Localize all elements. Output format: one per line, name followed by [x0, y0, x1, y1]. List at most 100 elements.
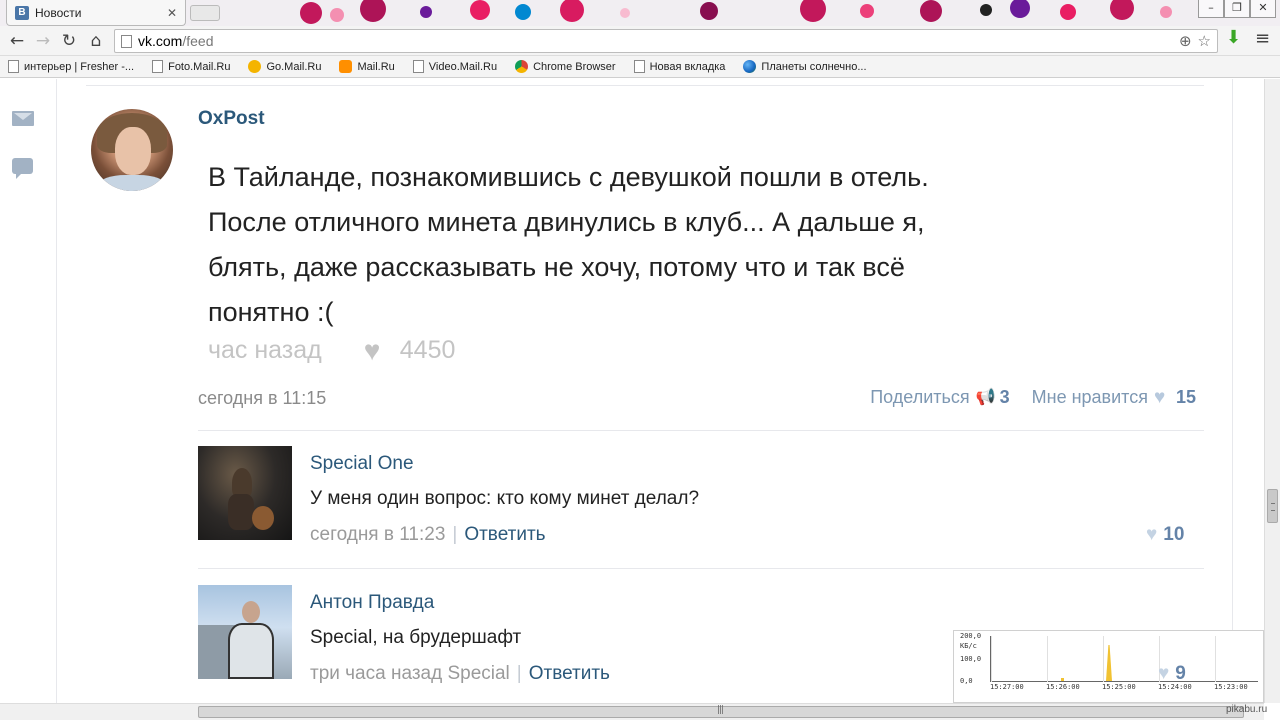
page-icon — [412, 60, 424, 73]
share-button[interactable]: Поделиться — [870, 387, 969, 408]
page-icon — [121, 34, 132, 48]
bookmark-item[interactable]: Планеты солнечно... — [743, 60, 867, 73]
comment-like-button[interactable]: ♥ 9 — [1158, 663, 1186, 685]
bookmark-label: интерьер | Fresher -... — [24, 60, 135, 73]
bookmark-label: Mail.Ru — [357, 60, 395, 73]
post-image-time: час назад — [208, 336, 322, 364]
close-tab-icon[interactable]: ✕ — [167, 6, 177, 20]
post-image-text: В Тайланде, познакомившись с девушкой по… — [208, 155, 1168, 335]
like-button[interactable]: Мне нравится — [1032, 387, 1148, 408]
decor-star — [980, 4, 992, 16]
post-author-link[interactable]: OxPost — [198, 108, 265, 130]
horizontal-scroll-thumb[interactable]: ||| — [198, 705, 1244, 718]
decor-flower — [620, 8, 630, 18]
bookmark-item[interactable]: интерьер | Fresher -... — [8, 60, 134, 73]
comment-text: У меня один вопрос: кто кому минет делал… — [310, 488, 700, 509]
divider — [198, 430, 1204, 431]
forward-arrow-icon[interactable]: → — [32, 30, 54, 52]
heart-icon: ♥ — [1158, 663, 1170, 684]
comment-author-avatar[interactable] — [198, 585, 292, 679]
avatar-figure — [242, 601, 260, 623]
tab-title: Новости — [35, 5, 82, 20]
close-window-icon[interactable]: ✕ — [1250, 0, 1276, 18]
decor-flower — [470, 0, 490, 20]
comment-meta: три часа назад Special | Ответить — [310, 663, 610, 685]
download-icon[interactable]: ⬇ — [1226, 27, 1242, 48]
new-tab-button[interactable] — [190, 5, 220, 21]
grip-icon: ||| — [717, 705, 724, 715]
back-arrow-icon[interactable]: ← — [6, 30, 28, 52]
heart-icon[interactable]: ♥ — [1154, 388, 1172, 407]
avatar-face — [115, 127, 151, 175]
reply-link[interactable]: Ответить — [529, 663, 610, 685]
vertical-scroll-thumb[interactable] — [1267, 489, 1278, 523]
feed-border — [56, 79, 57, 703]
post-author-avatar[interactable] — [91, 109, 173, 191]
post-text-line: В Тайланде, познакомившись с девушкой по… — [208, 162, 929, 192]
post-actions: Поделиться 📢 3 Мне нравится ♥ 15 — [870, 387, 1196, 408]
grid-line — [1215, 636, 1216, 682]
post-text-line: понятно :( — [208, 297, 334, 327]
omnibox-icons: ⊕ ☆ — [1179, 32, 1211, 50]
bookmark-item[interactable]: Go.Mail.Ru — [248, 60, 321, 73]
url-path: /feed — [182, 33, 214, 49]
comment-like-button[interactable]: ♥ 10 — [1146, 524, 1184, 546]
browser-tab[interactable]: В Новости ✕ — [6, 0, 186, 26]
decor-flower — [1110, 0, 1134, 20]
bookmark-item[interactable]: Video.Mail.Ru — [412, 60, 498, 73]
bookmark-label: Video.Mail.Ru — [428, 60, 498, 73]
like-count: 15 — [1175, 387, 1196, 407]
divider — [198, 568, 1204, 569]
browser-toolbar: ← → ↻ ⌂ vk.com /feed ⊕ ☆ ⬇ ≡ — [0, 26, 1280, 56]
comment-author-link[interactable]: Special One — [310, 453, 414, 475]
traffic-y-label: 100,0 — [960, 655, 982, 663]
vertical-scrollbar[interactable] — [1264, 79, 1280, 703]
grid-line — [991, 636, 992, 682]
zoom-icon[interactable]: ⊕ — [1179, 32, 1192, 50]
address-bar[interactable]: vk.com /feed ⊕ ☆ — [114, 29, 1218, 53]
comment-author-link[interactable]: Антон Правда — [310, 592, 434, 614]
avatar-shirt — [99, 175, 165, 191]
post-text-line: блять, даже рассказывать не хочу, потому… — [208, 252, 905, 282]
traffic-x-label: 15:27:00 — [990, 683, 1024, 691]
messages-icon[interactable] — [12, 111, 34, 126]
comments-icon[interactable] — [12, 158, 33, 179]
separator: | — [516, 663, 522, 684]
comment-author-avatar[interactable] — [198, 446, 292, 540]
post-date[interactable]: сегодня в 11:15 — [198, 388, 326, 409]
bookmark-item[interactable]: Foto.Mail.Ru — [152, 60, 230, 73]
horizontal-scrollbar[interactable]: ||| — [0, 703, 1264, 720]
restore-icon[interactable]: ❐ — [1224, 0, 1250, 18]
page-icon — [633, 60, 645, 73]
avatar-figure — [228, 623, 274, 679]
menu-icon[interactable]: ≡ — [1255, 28, 1270, 49]
bookmark-label: Go.Mail.Ru — [266, 60, 322, 73]
separator: | — [452, 524, 458, 545]
traffic-y-label: 0,0 — [960, 677, 973, 685]
bookmark-item[interactable]: Chrome Browser — [515, 60, 616, 73]
comment-date[interactable]: сегодня в 11:23 — [310, 524, 445, 546]
home-icon[interactable]: ⌂ — [85, 30, 107, 52]
avatar-teddy-bear — [252, 506, 274, 530]
traffic-spike — [1106, 645, 1112, 681]
comment-text: Special, на брудершафт — [310, 627, 522, 648]
megaphone-icon[interactable]: 📢 — [976, 389, 996, 406]
comment-meta: сегодня в 11:23 | Ответить — [310, 524, 546, 546]
divider — [86, 85, 1204, 86]
decor-flower — [1060, 4, 1076, 20]
globe-icon — [743, 60, 757, 73]
star-icon[interactable]: ☆ — [1198, 32, 1211, 50]
minimize-icon[interactable]: – — [1198, 0, 1224, 18]
bookmark-item[interactable]: Mail.Ru — [339, 60, 395, 73]
reload-icon[interactable]: ↻ — [58, 30, 80, 52]
mail-at-icon — [339, 60, 353, 73]
decor-flower — [800, 0, 826, 22]
comment-date[interactable]: три часа назад Special — [310, 663, 510, 685]
bookmark-label: Chrome Browser — [533, 60, 616, 73]
bookmark-item[interactable]: Новая вкладка — [633, 60, 725, 73]
vk-feed-page: OxPost В Тайланде, познакомившись с деву… — [0, 79, 1264, 703]
reply-link[interactable]: Ответить — [464, 524, 545, 546]
heart-icon: ♥ — [363, 334, 381, 366]
window-controls: – ❐ ✕ — [1198, 0, 1276, 18]
grid-line — [1047, 636, 1048, 682]
